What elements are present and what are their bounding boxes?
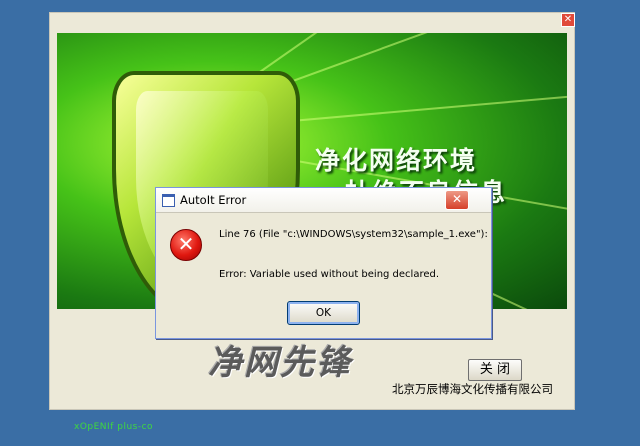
watermark-text: xOpENIf plus-co [74,422,154,432]
error-location-text: Line 76 (File "c:\WINDOWS\system32\sampl… [219,229,488,240]
slogan-line-1: 净化网络环境 [315,146,478,175]
close-button[interactable]: 关 闭 [468,359,522,381]
company-name: 北京万辰博海文化传播有限公司 [392,382,553,396]
window-icon [162,194,175,207]
splash-close-icon[interactable]: ✕ [561,13,575,27]
autoit-error-dialog: AutoIt Error ✕ ✕ Line 76 (File "c:\WINDO… [155,187,492,339]
dialog-close-button[interactable]: ✕ [445,190,469,210]
error-icon: ✕ [170,229,202,261]
ok-button[interactable]: OK [287,301,360,325]
error-message-text: Error: Variable used without being decla… [219,269,440,280]
dialog-title: AutoIt Error [180,193,247,207]
brand-logo: 净网先锋 [208,343,352,383]
dialog-titlebar[interactable]: AutoIt Error ✕ [156,188,491,213]
